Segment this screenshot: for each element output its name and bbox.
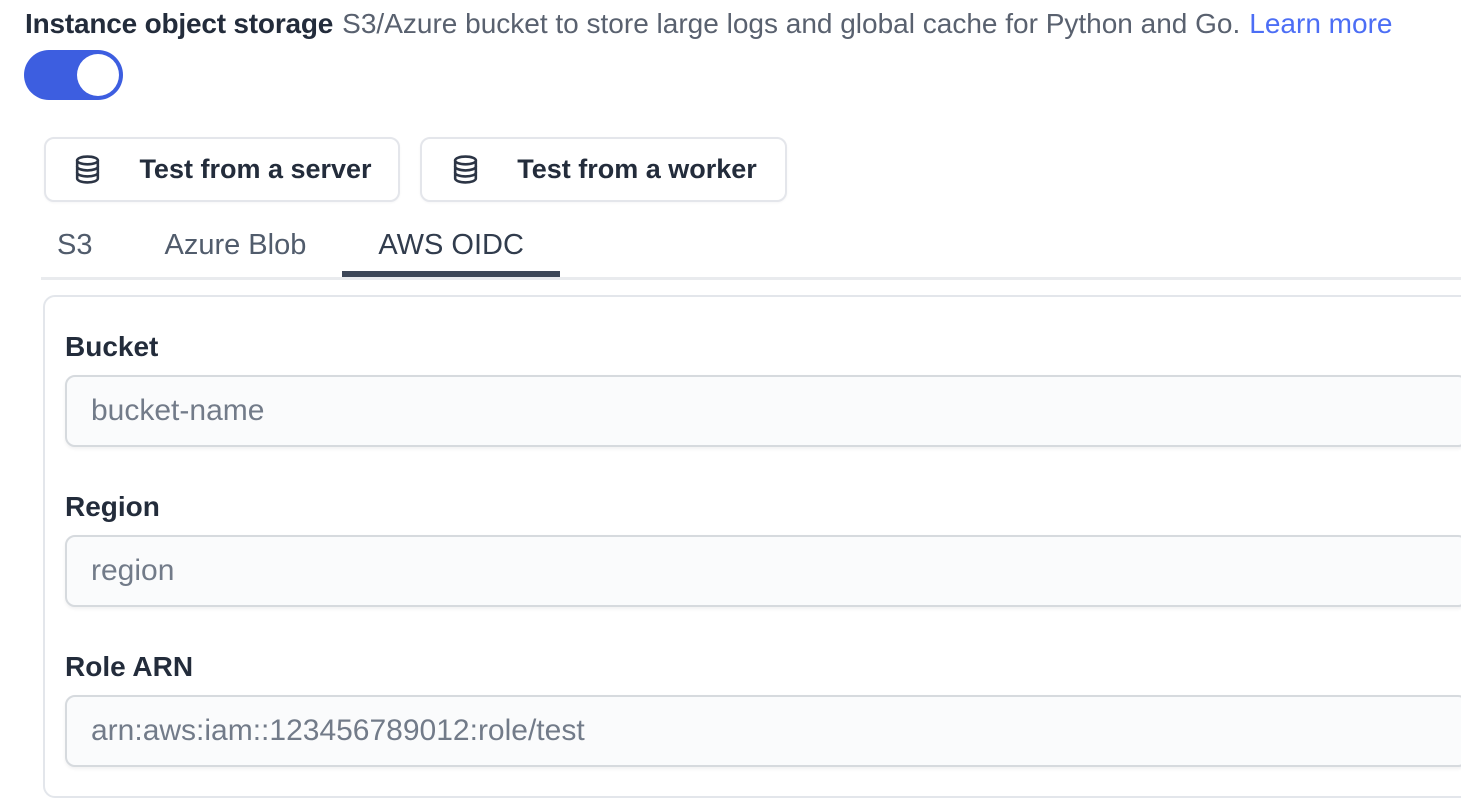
test-from-server-button[interactable]: Test from a server (44, 137, 400, 202)
page-header: Instance object storage S3/Azure bucket t… (25, 6, 1455, 42)
object-storage-settings-page: Instance object storage S3/Azure bucket t… (0, 0, 1461, 802)
page-title: Instance object storage (25, 8, 333, 39)
role-arn-field-group: Role ARN (65, 653, 1461, 767)
tab-s3[interactable]: S3 (21, 220, 128, 277)
database-icon (450, 154, 481, 185)
bucket-label: Bucket (65, 333, 1461, 361)
bucket-input[interactable] (65, 375, 1461, 447)
role-arn-input[interactable] (65, 695, 1461, 767)
region-field-group: Region (65, 493, 1461, 607)
test-buttons-row: Test from a server Test from a worker (44, 137, 787, 202)
toggle-knob (77, 54, 119, 96)
tab-azure-blob[interactable]: Azure Blob (128, 220, 342, 277)
bucket-field-group: Bucket (65, 333, 1461, 447)
storage-provider-tabs: S3 Azure Blob AWS OIDC (21, 220, 560, 277)
object-storage-toggle[interactable] (24, 50, 123, 100)
test-from-worker-label: Test from a worker (517, 154, 757, 185)
test-from-server-label: Test from a server (139, 154, 371, 185)
database-icon (72, 154, 103, 185)
test-from-worker-button[interactable]: Test from a worker (420, 137, 787, 202)
page-description: S3/Azure bucket to store large logs and … (342, 8, 1240, 39)
region-input[interactable] (65, 535, 1461, 607)
tabs-divider (41, 277, 1461, 280)
region-label: Region (65, 493, 1461, 521)
tab-aws-oidc[interactable]: AWS OIDC (342, 220, 560, 277)
aws-oidc-settings-panel: Bucket Region Role ARN (43, 295, 1461, 798)
learn-more-link[interactable]: Learn more (1249, 8, 1392, 39)
role-arn-label: Role ARN (65, 653, 1461, 681)
